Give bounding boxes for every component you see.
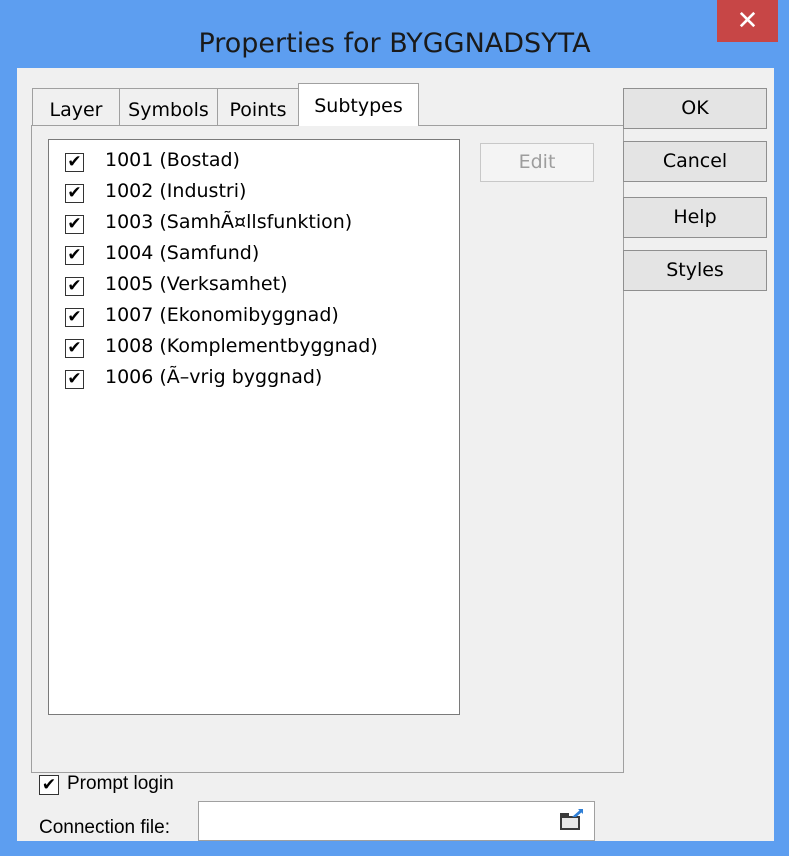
checkmark-icon: ✔ (67, 214, 82, 234)
open-folder-icon[interactable] (558, 808, 584, 832)
subtype-checkbox[interactable]: ✔ (65, 308, 84, 327)
edit-button[interactable]: Edit (480, 143, 594, 182)
checkmark-icon: ✔ (41, 775, 57, 795)
list-item[interactable]: ✔ 1004 (Samfund) (49, 239, 459, 270)
cancel-button[interactable]: Cancel (623, 141, 767, 182)
tab-label: Subtypes (314, 95, 403, 117)
subtype-label: 1001 (Bostad) (105, 149, 240, 171)
list-item[interactable]: ✔ 1008 (Komplementbyggnad) (49, 332, 459, 363)
tab-subtypes[interactable]: Subtypes (298, 83, 419, 126)
list-item[interactable]: ✔ 1005 (Verksamhet) (49, 270, 459, 301)
subtype-label: 1005 (Verksamhet) (105, 273, 288, 295)
tab-label: Points (229, 99, 287, 121)
tab-label: Symbols (128, 99, 209, 121)
tab-symbols[interactable]: Symbols (119, 88, 218, 125)
checkmark-icon: ✔ (67, 152, 82, 172)
subtype-label: 1004 (Samfund) (105, 242, 260, 264)
subtype-checkbox[interactable]: ✔ (65, 370, 84, 389)
subtype-label: 1006 (Ã–vrig byggnad) (105, 366, 323, 388)
styles-button[interactable]: Styles (623, 250, 767, 291)
ok-button[interactable]: OK (623, 88, 767, 129)
close-icon: ✕ (736, 6, 759, 36)
checkmark-icon: ✔ (67, 245, 82, 265)
checkmark-icon: ✔ (67, 183, 82, 203)
connection-file-label: Connection file: (39, 817, 170, 838)
subtype-label: 1008 (Komplementbyggnad) (105, 335, 378, 357)
subtype-checkbox[interactable]: ✔ (65, 277, 84, 296)
dialog-body: Layer Symbols Points Subtypes ✔ 1001 (Bo… (17, 68, 774, 841)
subtype-label: 1007 (Ekonomibyggnad) (105, 304, 339, 326)
prompt-login-row: ✔ Prompt login (39, 771, 339, 801)
connection-file-field[interactable] (198, 801, 595, 841)
list-item[interactable]: ✔ 1002 (Industri) (49, 177, 459, 208)
close-button[interactable]: ✕ (717, 0, 778, 42)
tab-label: Layer (49, 99, 103, 121)
tab-points[interactable]: Points (217, 88, 299, 125)
prompt-login-label: Prompt login (67, 773, 174, 794)
checkmark-icon: ✔ (67, 307, 82, 327)
subtype-checkbox[interactable]: ✔ (65, 184, 84, 203)
subtype-checkbox[interactable]: ✔ (65, 246, 84, 265)
checkmark-icon: ✔ (67, 338, 82, 358)
checkmark-icon: ✔ (67, 276, 82, 296)
properties-dialog: Properties for BYGGNADSYTA ✕ Layer Symbo… (0, 0, 789, 856)
help-button[interactable]: Help (623, 197, 767, 238)
list-item[interactable]: ✔ 1003 (SamhÃ¤llsfunktion) (49, 208, 459, 239)
subtype-label: 1002 (Industri) (105, 180, 247, 202)
prompt-login-checkbox[interactable]: ✔ (39, 775, 59, 795)
subtypes-list[interactable]: ✔ 1001 (Bostad) ✔ 1002 (Industri) ✔ 1003… (48, 139, 460, 715)
list-item[interactable]: ✔ 1006 (Ã–vrig byggnad) (49, 363, 459, 394)
checkmark-icon: ✔ (67, 369, 82, 389)
tab-layer[interactable]: Layer (32, 88, 120, 125)
list-item[interactable]: ✔ 1001 (Bostad) (49, 146, 459, 177)
subtype-checkbox[interactable]: ✔ (65, 215, 84, 234)
list-item[interactable]: ✔ 1007 (Ekonomibyggnad) (49, 301, 459, 332)
subtype-checkbox[interactable]: ✔ (65, 153, 84, 172)
subtype-label: 1003 (SamhÃ¤llsfunktion) (105, 211, 353, 233)
subtype-checkbox[interactable]: ✔ (65, 339, 84, 358)
